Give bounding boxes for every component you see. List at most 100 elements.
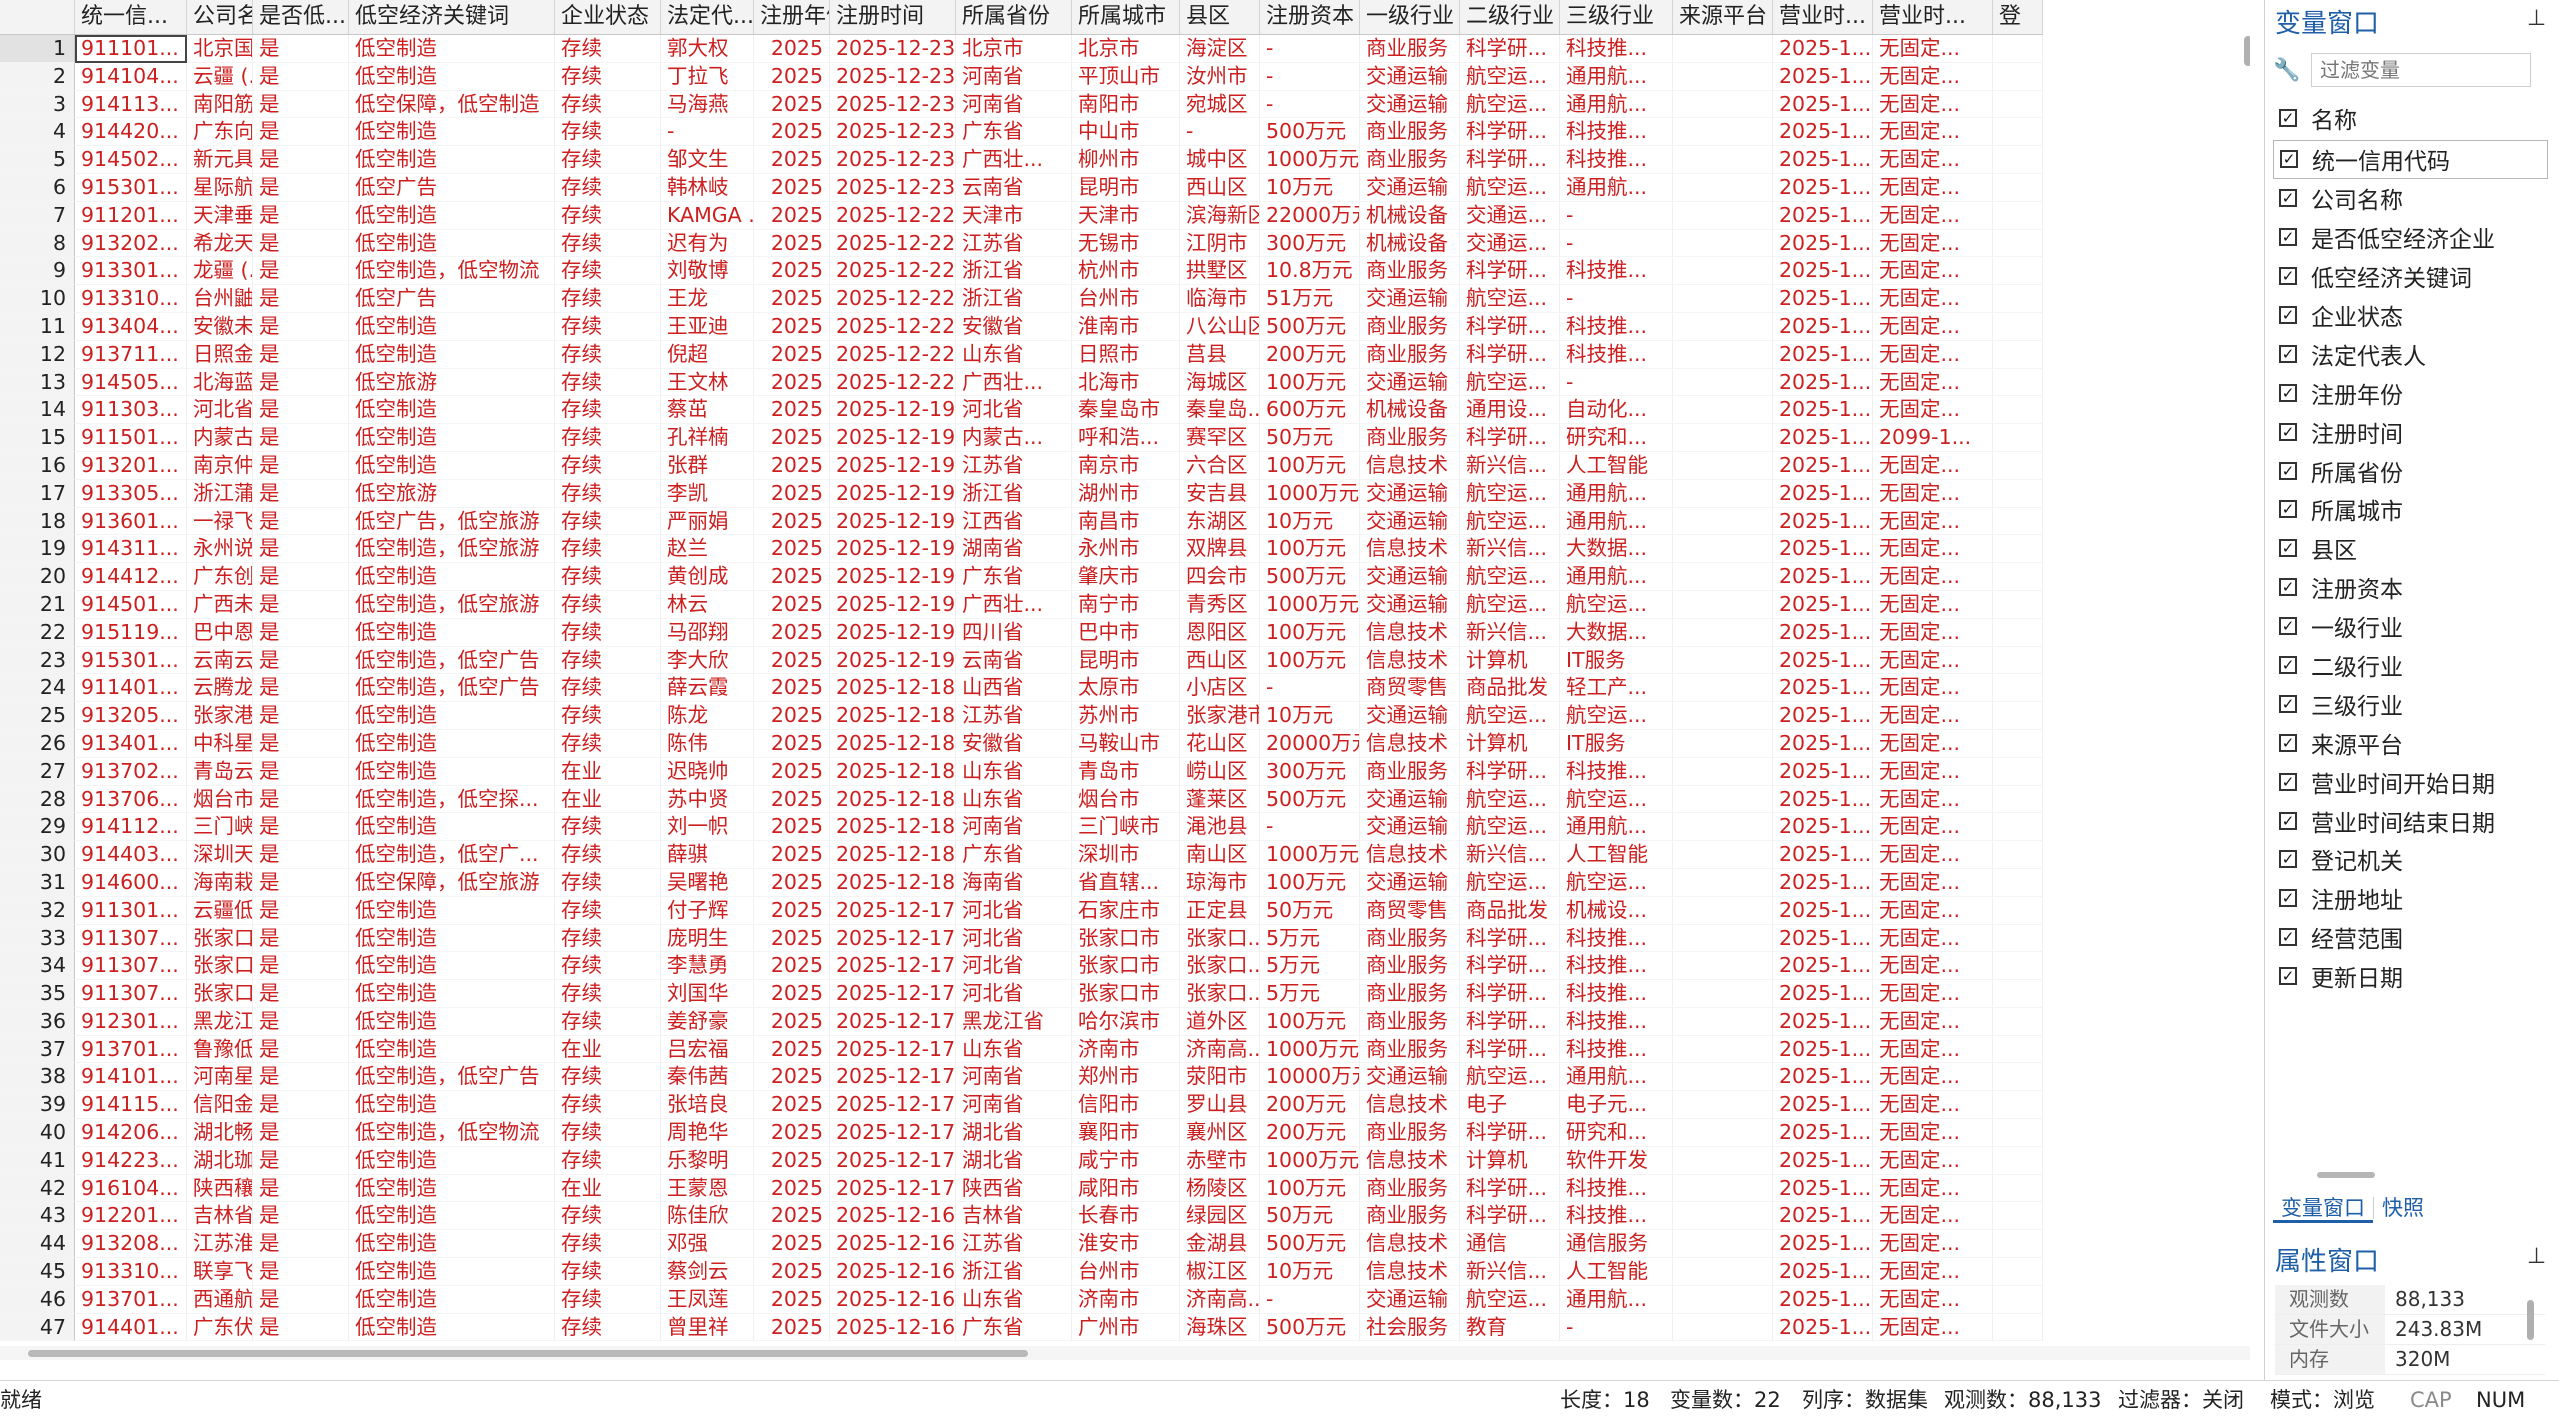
- table-cell[interactable]: 914115...: [75, 1091, 187, 1120]
- table-cell[interactable]: 2025-1...: [1773, 229, 1873, 258]
- table-cell[interactable]: 海南栽...: [187, 868, 253, 897]
- table-cell[interactable]: 蔡茁: [661, 396, 754, 425]
- table-cell[interactable]: 914104...: [75, 62, 187, 91]
- table-cell[interactable]: 存续: [555, 285, 661, 313]
- table-cell[interactable]: 六合区: [1180, 451, 1260, 480]
- table-cell[interactable]: 广西未...: [187, 590, 253, 619]
- table-cell[interactable]: 是: [253, 312, 349, 341]
- table-cell[interactable]: 是: [253, 1258, 349, 1286]
- table-cell[interactable]: [1993, 1119, 2043, 1147]
- table-cell[interactable]: 100万元: [1260, 451, 1360, 480]
- table-cell[interactable]: 2025-12-23: [830, 146, 956, 174]
- table-cell[interactable]: 低空制造: [349, 146, 555, 174]
- table-cell[interactable]: 交通运...: [1460, 201, 1560, 230]
- table-cell[interactable]: 2025-1...: [1773, 396, 1873, 425]
- variable-checkbox[interactable]: ✓: [2279, 228, 2297, 247]
- table-cell[interactable]: 通用航...: [1560, 479, 1673, 508]
- table-cell[interactable]: 马鞍山市: [1072, 729, 1180, 758]
- table-cell[interactable]: 913201...: [75, 451, 187, 480]
- table-cell[interactable]: 914502...: [75, 146, 187, 174]
- row-number[interactable]: 32: [0, 896, 75, 925]
- table-cell[interactable]: 商品批发: [1460, 896, 1560, 925]
- table-cell[interactable]: [1673, 674, 1773, 703]
- table-cell[interactable]: 低空制造: [349, 451, 555, 480]
- table-cell[interactable]: 2025-12-19: [830, 535, 956, 564]
- table-cell[interactable]: 自动化...: [1560, 396, 1673, 425]
- table-cell[interactable]: 无固定...: [1873, 507, 1993, 536]
- table-cell[interactable]: 2025: [754, 1230, 830, 1259]
- table-row[interactable]: 14911303...河北省...是低空制造存续蔡茁20252025-12-19…: [0, 396, 2043, 425]
- table-cell[interactable]: 913702...: [75, 757, 187, 786]
- table-cell[interactable]: 科技推...: [1560, 1035, 1673, 1064]
- table-cell[interactable]: 杨陵区: [1180, 1174, 1260, 1203]
- table-cell[interactable]: 北京国...: [187, 35, 253, 63]
- table-row[interactable]: 19914311...永州说...是低空制造，低空旅游存续赵兰20252025-…: [0, 535, 2043, 564]
- row-number[interactable]: 17: [0, 479, 75, 508]
- table-cell[interactable]: 汝州市: [1180, 62, 1260, 91]
- table-cell[interactable]: 无固定...: [1873, 1174, 1993, 1203]
- table-cell[interactable]: 航空运...: [1460, 62, 1560, 91]
- table-cell[interactable]: [1993, 396, 2043, 425]
- table-cell[interactable]: 西山区: [1180, 173, 1260, 202]
- table-cell[interactable]: 陈佳欣: [661, 1202, 754, 1231]
- table-cell[interactable]: 911101...: [75, 35, 187, 63]
- table-cell[interactable]: 是: [253, 285, 349, 313]
- table-cell[interactable]: 交通运输: [1360, 868, 1460, 897]
- variable-checkbox[interactable]: ✓: [2279, 539, 2297, 558]
- table-cell[interactable]: 龙疆 (...: [187, 257, 253, 286]
- table-row[interactable]: 37913701...鲁豫低...是低空制造在业吕宏福20252025-12-1…: [0, 1035, 2043, 1064]
- table-cell[interactable]: 马邵翔: [661, 618, 754, 647]
- table-cell[interactable]: 河北省: [956, 952, 1072, 981]
- table-cell[interactable]: 存续: [555, 35, 661, 63]
- table-cell[interactable]: 科学研...: [1460, 924, 1560, 953]
- table-cell[interactable]: [1673, 813, 1773, 842]
- variable-item[interactable]: ✓ 二级行业: [2273, 646, 2548, 685]
- table-cell[interactable]: 2025-1...: [1773, 896, 1873, 925]
- table-cell[interactable]: 李凯: [661, 479, 754, 508]
- table-cell[interactable]: 存续: [555, 451, 661, 480]
- table-cell[interactable]: 浙江蒲...: [187, 479, 253, 508]
- table-cell[interactable]: 2025: [754, 1202, 830, 1231]
- table-cell[interactable]: 张家口市: [1072, 980, 1180, 1008]
- table-cell[interactable]: 低空制造: [349, 813, 555, 842]
- table-cell[interactable]: 中山市: [1072, 118, 1180, 147]
- table-cell[interactable]: 20000万元: [1260, 729, 1360, 758]
- table-cell[interactable]: 50万元: [1260, 424, 1360, 452]
- table-cell[interactable]: [1993, 229, 2043, 258]
- table-cell[interactable]: 低空广告: [349, 173, 555, 202]
- table-cell[interactable]: 2025-12-17: [830, 1174, 956, 1203]
- table-cell[interactable]: 青秀区: [1180, 590, 1260, 619]
- table-cell[interactable]: 张家口市: [1072, 952, 1180, 981]
- table-cell[interactable]: 交通运输: [1360, 90, 1460, 119]
- table-cell[interactable]: 2025-12-16: [830, 1258, 956, 1286]
- table-cell[interactable]: 吴曙艳: [661, 868, 754, 897]
- table-cell[interactable]: 无固定...: [1873, 90, 1993, 119]
- table-cell[interactable]: -: [1260, 62, 1360, 91]
- table-cell[interactable]: 2025: [754, 479, 830, 508]
- table-cell[interactable]: 22000万元: [1260, 201, 1360, 230]
- table-cell[interactable]: 南京仲...: [187, 451, 253, 480]
- table-cell[interactable]: 新兴信...: [1460, 618, 1560, 647]
- table-cell[interactable]: 航空运...: [1460, 702, 1560, 730]
- table-cell[interactable]: 李慧勇: [661, 952, 754, 981]
- row-number[interactable]: 16: [0, 451, 75, 480]
- table-cell[interactable]: 300万元: [1260, 229, 1360, 258]
- table-cell[interactable]: 吕宏福: [661, 1035, 754, 1064]
- table-cell[interactable]: 2025: [754, 507, 830, 536]
- table-cell[interactable]: 存续: [555, 62, 661, 91]
- table-cell[interactable]: [1673, 1063, 1773, 1092]
- table-cell[interactable]: 王蒙恩: [661, 1174, 754, 1203]
- table-cell[interactable]: 小店区: [1180, 674, 1260, 703]
- variable-item[interactable]: ✓ 所属城市: [2273, 490, 2548, 529]
- table-cell[interactable]: 通用航...: [1560, 173, 1673, 202]
- table-cell[interactable]: 宛城区: [1180, 90, 1260, 119]
- table-cell[interactable]: 低空制造: [349, 618, 555, 647]
- row-number[interactable]: 36: [0, 1007, 75, 1036]
- table-cell[interactable]: [1673, 1202, 1773, 1231]
- row-number[interactable]: 42: [0, 1174, 75, 1203]
- table-cell[interactable]: 911201...: [75, 201, 187, 230]
- table-cell[interactable]: 914403...: [75, 841, 187, 869]
- table-cell[interactable]: 914412...: [75, 563, 187, 591]
- table-cell[interactable]: 是: [253, 368, 349, 397]
- table-cell[interactable]: 911401...: [75, 674, 187, 703]
